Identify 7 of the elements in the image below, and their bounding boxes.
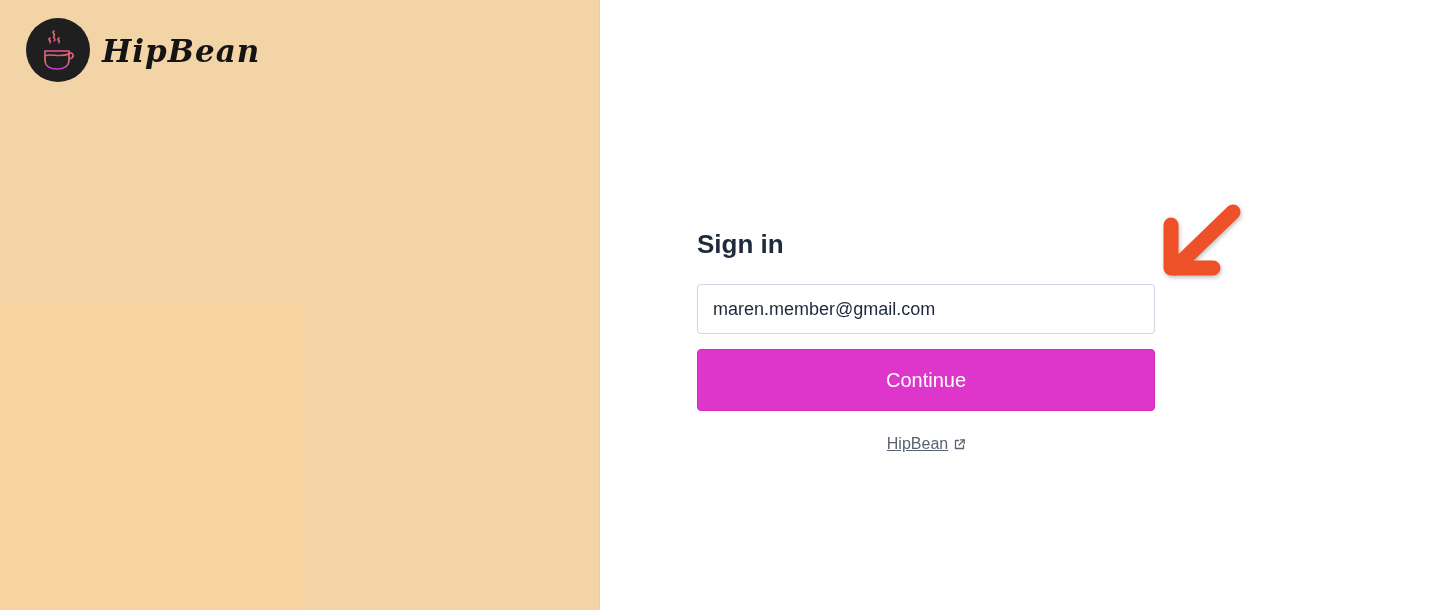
- sign-in-heading: Sign in: [697, 228, 785, 260]
- email-field[interactable]: maren.member@gmail.com: [697, 284, 1155, 334]
- brand-logo-text: HipBean: [102, 33, 261, 67]
- coffee-cup-icon: [26, 18, 90, 82]
- brand-link[interactable]: HipBean: [886, 434, 966, 454]
- continue-button[interactable]: Continue: [697, 349, 1155, 411]
- external-link-icon: [954, 438, 966, 450]
